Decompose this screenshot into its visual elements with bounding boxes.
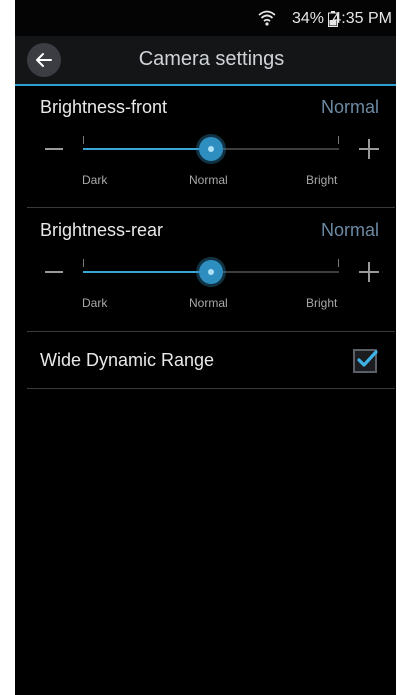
action-bar: Camera settings xyxy=(15,36,396,86)
increase-button[interactable] xyxy=(359,139,379,159)
setting-label: Brightness-rear xyxy=(40,220,164,240)
wdr-checkbox[interactable] xyxy=(353,349,378,373)
status-bar: 34% 4:35 PM xyxy=(15,0,396,36)
scale-label-bright: Bright xyxy=(306,173,338,187)
slider-tick-max xyxy=(338,136,339,144)
brightness-front-slider xyxy=(27,129,395,169)
slider-track[interactable] xyxy=(83,259,339,284)
decrease-button[interactable] xyxy=(45,148,63,150)
scale-label-dark: Dark xyxy=(82,296,108,310)
clock: 4:35 PM xyxy=(332,10,392,27)
slider-thumb[interactable] xyxy=(199,137,223,161)
slider-fill xyxy=(83,148,211,150)
setting-brightness-rear: Brightness-rear Normal Dark Normal Brigh… xyxy=(27,208,395,332)
scale-label-normal: Normal xyxy=(189,296,228,310)
setting-label: Brightness-front xyxy=(40,97,168,117)
scale-label-dark: Dark xyxy=(82,173,108,187)
decrease-button[interactable] xyxy=(45,271,63,273)
increase-button[interactable] xyxy=(359,262,379,282)
brightness-rear-slider xyxy=(27,252,395,292)
battery-percentage: 34% xyxy=(291,10,324,27)
setting-value: Normal xyxy=(320,97,379,117)
slider-fill xyxy=(83,271,211,273)
scale-label-normal: Normal xyxy=(189,173,228,187)
setting-value: Normal xyxy=(320,220,379,240)
checkmark-icon xyxy=(357,350,378,367)
wifi-icon xyxy=(258,10,276,26)
setting-label: Wide Dynamic Range xyxy=(40,350,215,370)
slider-tick-min xyxy=(83,136,84,144)
setting-brightness-front: Brightness-front Normal Dark Normal Brig… xyxy=(27,86,395,208)
scale-label-bright: Bright xyxy=(306,296,338,310)
page-title: Camera settings xyxy=(138,48,285,70)
setting-wide-dynamic-range[interactable]: Wide Dynamic Range xyxy=(27,332,395,389)
phone-screen: 34% 4:35 PM Camera settings Brightness-f… xyxy=(15,0,396,695)
slider-thumb[interactable] xyxy=(199,260,223,284)
slider-tick-max xyxy=(338,259,339,267)
slider-tick-min xyxy=(83,259,84,267)
slider-track[interactable] xyxy=(83,136,339,161)
